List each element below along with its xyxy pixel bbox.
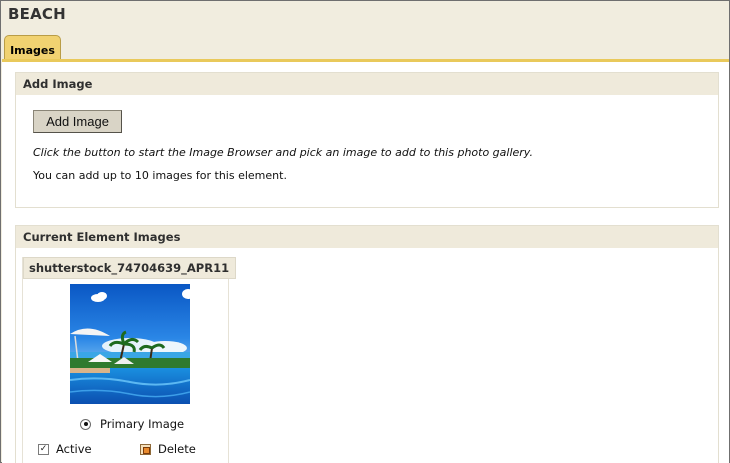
delete-label: Delete bbox=[158, 442, 196, 456]
add-image-header: Add Image bbox=[16, 73, 718, 95]
delete-checkbox[interactable] bbox=[140, 443, 151, 455]
app-window: BEACH Images Add Image Add Image Click t… bbox=[0, 0, 730, 463]
image-card: shutterstock_74704639_APR11 Primary Imag… bbox=[22, 257, 236, 463]
beach-photo-image bbox=[70, 284, 190, 404]
tab-content: Add Image Add Image Click the button to … bbox=[2, 62, 729, 463]
add-image-button[interactable]: Add Image bbox=[33, 110, 122, 133]
primary-image-label: Primary Image bbox=[100, 417, 185, 431]
image-card-title: shutterstock_74704639_APR11 bbox=[23, 257, 236, 279]
current-images-header: Current Element Images bbox=[16, 226, 718, 248]
page-title: BEACH bbox=[8, 5, 66, 23]
image-limit-text: You can add up to 10 images for this ele… bbox=[33, 169, 287, 182]
primary-image-option[interactable]: Primary Image bbox=[80, 416, 184, 432]
primary-image-radio[interactable] bbox=[80, 418, 91, 430]
delete-option[interactable]: Delete bbox=[140, 441, 196, 457]
add-image-hint: Click the button to start the Image Brow… bbox=[33, 146, 533, 159]
image-thumbnail[interactable] bbox=[70, 284, 190, 404]
active-option[interactable]: ✓ Active bbox=[38, 441, 92, 457]
add-image-panel: Add Image Add Image Click the button to … bbox=[15, 72, 719, 208]
active-label: Active bbox=[56, 442, 92, 456]
tab-images[interactable]: Images bbox=[4, 35, 61, 61]
current-images-panel: Current Element Images shutterstock_7470… bbox=[15, 225, 719, 463]
active-checkbox[interactable]: ✓ bbox=[38, 443, 49, 455]
